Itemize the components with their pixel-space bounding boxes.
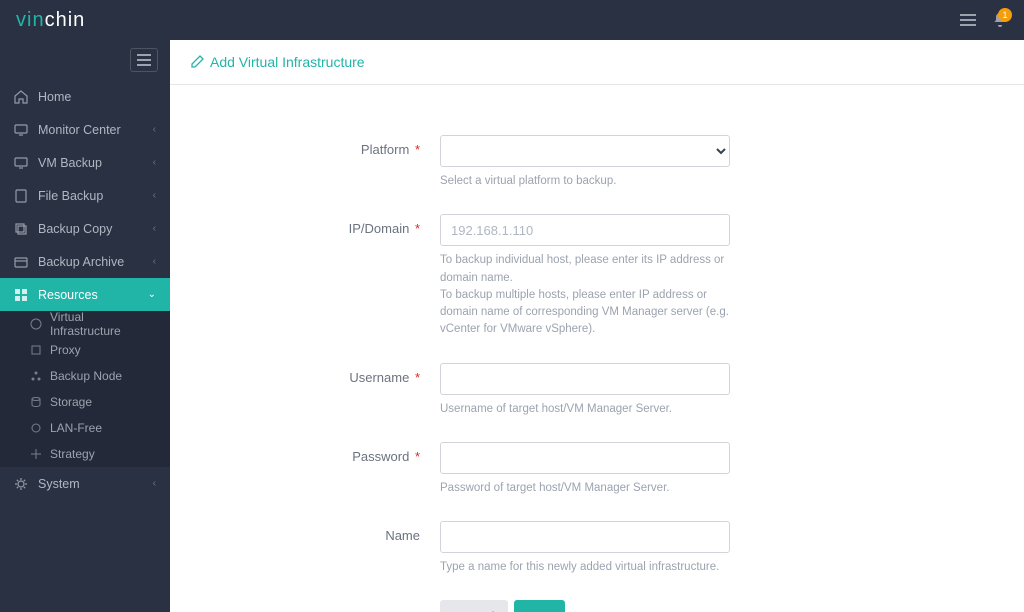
chevron-left-icon: ‹ xyxy=(153,157,156,168)
chevron-left-icon: ‹ xyxy=(153,256,156,267)
platform-label: Platform * xyxy=(250,135,440,190)
name-help: Type a name for this newly added virtual… xyxy=(440,559,730,576)
ip-label: IP/Domain * xyxy=(250,214,440,338)
bell-icon[interactable]: 1 xyxy=(992,12,1008,28)
subnav-backup-node[interactable]: Backup Node xyxy=(0,363,170,389)
server-icon xyxy=(14,156,28,170)
subnav-label: Virtual Infrastructure xyxy=(50,310,156,338)
subnav-lanfree[interactable]: LAN-Free xyxy=(0,415,170,441)
chevron-left-icon: ‹ xyxy=(153,124,156,135)
platform-help: Select a virtual platform to backup. xyxy=(440,173,730,190)
sidebar-item-label: Backup Copy xyxy=(38,222,112,236)
sidebar-item-label: Backup Archive xyxy=(38,255,124,269)
page-title: Add Virtual Infrastructure xyxy=(170,40,1024,85)
lan-icon xyxy=(30,422,42,434)
sidebar-item-resources[interactable]: Resources ⌄ xyxy=(0,278,170,311)
subnav-label: Storage xyxy=(50,395,92,409)
subnav-label: LAN-Free xyxy=(50,421,102,435)
sidebar-item-backupcopy[interactable]: Backup Copy ‹ xyxy=(0,212,170,245)
copy-icon xyxy=(14,222,28,236)
topbar: vinchin 1 xyxy=(0,0,1024,40)
subnav-label: Backup Node xyxy=(50,369,122,383)
sidebar-item-label: Resources xyxy=(38,288,98,302)
ip-input[interactable] xyxy=(440,214,730,246)
chevron-left-icon: ‹ xyxy=(153,223,156,234)
gear-icon xyxy=(14,477,28,491)
node-icon xyxy=(30,370,42,382)
logo: vinchin xyxy=(16,9,85,32)
proxy-icon xyxy=(30,344,42,356)
subnav-storage[interactable]: Storage xyxy=(0,389,170,415)
sidebar-item-label: Monitor Center xyxy=(38,123,121,137)
edit-icon xyxy=(190,55,204,69)
ip-help: To backup individual host, please enter … xyxy=(440,252,730,338)
sidebar-item-label: VM Backup xyxy=(38,156,102,170)
sidebar-toggle-button[interactable] xyxy=(130,48,158,72)
chevron-left-icon: ‹ xyxy=(153,478,156,489)
notification-badge: 1 xyxy=(998,8,1012,22)
list-icon[interactable] xyxy=(960,13,976,27)
ok-button[interactable]: OK xyxy=(514,600,565,612)
subnav-strategy[interactable]: Strategy xyxy=(0,441,170,467)
username-help: Username of target host/VM Manager Serve… xyxy=(440,401,730,418)
name-label: Name xyxy=(250,521,440,576)
name-input[interactable] xyxy=(440,521,730,553)
sidebar-item-vmbackup[interactable]: VM Backup ‹ xyxy=(0,146,170,179)
sidebar-item-backuparchive[interactable]: Backup Archive ‹ xyxy=(0,245,170,278)
file-icon xyxy=(14,189,28,203)
home-icon xyxy=(14,90,28,104)
infra-icon xyxy=(30,318,42,330)
sidebar-item-label: Home xyxy=(38,90,71,104)
archive-icon xyxy=(14,255,28,269)
sidebar-item-filebackup[interactable]: File Backup ‹ xyxy=(0,179,170,212)
resources-icon xyxy=(14,288,28,302)
monitor-icon xyxy=(14,123,28,137)
username-input[interactable] xyxy=(440,363,730,395)
subnav-virtual-infrastructure[interactable]: Virtual Infrastructure xyxy=(0,311,170,337)
password-help: Password of target host/VM Manager Serve… xyxy=(440,480,730,497)
main-content: Add Virtual Infrastructure Platform * Se… xyxy=(170,40,1024,612)
subnav-proxy[interactable]: Proxy xyxy=(0,337,170,363)
chevron-down-icon: ⌄ xyxy=(148,289,156,300)
cancel-button[interactable]: Cancel xyxy=(440,600,508,612)
username-label: Username * xyxy=(250,363,440,418)
sidebar-item-label: System xyxy=(38,477,80,491)
sidebar-item-label: File Backup xyxy=(38,189,103,203)
password-input[interactable] xyxy=(440,442,730,474)
sidebar: Home Monitor Center ‹ VM Backup ‹ xyxy=(0,40,170,612)
chevron-left-icon: ‹ xyxy=(153,190,156,201)
password-label: Password * xyxy=(250,442,440,497)
strategy-icon xyxy=(30,448,42,460)
sidebar-item-monitor[interactable]: Monitor Center ‹ xyxy=(0,113,170,146)
subnav-label: Proxy xyxy=(50,343,81,357)
platform-select[interactable] xyxy=(440,135,730,167)
storage-icon xyxy=(30,396,42,408)
subnav-label: Strategy xyxy=(50,447,95,461)
sidebar-item-system[interactable]: System ‹ xyxy=(0,467,170,500)
sidebar-item-home[interactable]: Home xyxy=(0,80,170,113)
